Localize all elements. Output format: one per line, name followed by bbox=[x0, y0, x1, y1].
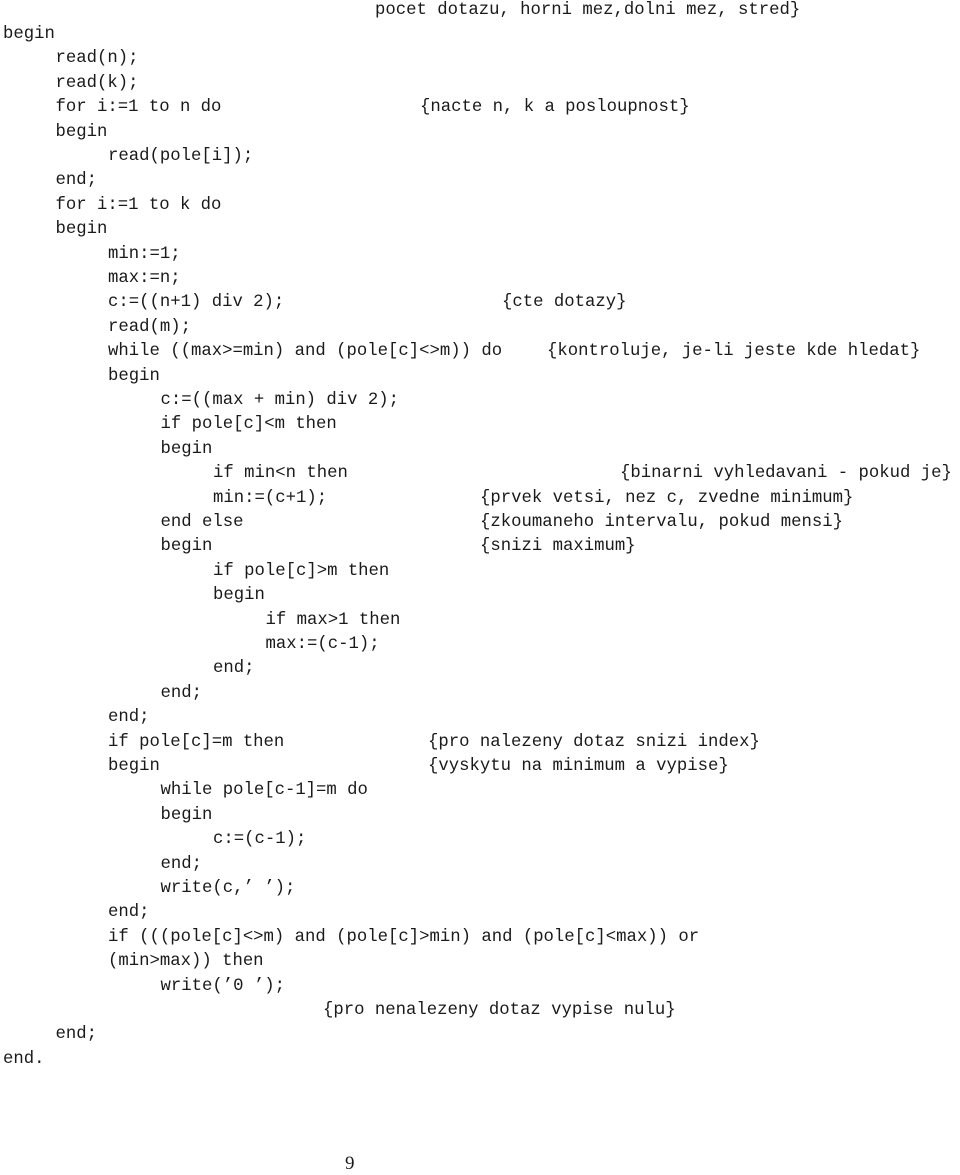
code-line: begin bbox=[55, 220, 108, 240]
code-line: begin bbox=[160, 805, 213, 825]
code-line: if pole[c]=m then bbox=[108, 732, 285, 752]
code-comment: {zkoumaneho intervalu, pokud mensi} bbox=[480, 513, 843, 532]
code-line: min:=1; bbox=[108, 244, 181, 264]
code-line: begin bbox=[160, 439, 213, 459]
code-line: end else bbox=[160, 513, 244, 532]
code-line: end; bbox=[55, 171, 97, 191]
code-line: end; bbox=[160, 854, 202, 874]
code-line: while ((max>=min) and (pole[c]<>m)) do bbox=[108, 342, 503, 362]
code-comment: {vyskytu na minimum a vypise} bbox=[428, 757, 729, 776]
code-line: c:=((n+1) div 2); bbox=[108, 293, 285, 313]
code-line: max:=(c-1); bbox=[265, 635, 380, 654]
code-line: (min>max)) then bbox=[108, 952, 264, 972]
code-comment: {cte dotazy} bbox=[502, 293, 627, 313]
code-line: end; bbox=[160, 683, 202, 703]
code-line: end; bbox=[55, 1025, 97, 1045]
code-line: read(pole[i]); bbox=[108, 147, 254, 166]
code-comment: {pro nenalezeny dotaz vypise nulu} bbox=[323, 1001, 676, 1020]
page-number: 9 bbox=[345, 1153, 355, 1174]
code-line: write(c,’ ’); bbox=[160, 879, 296, 898]
header-comment: pocet dotazu, horni mez,dolni mez, stred… bbox=[375, 1, 801, 20]
code-line: end; bbox=[213, 659, 255, 679]
code-line: write(’0 ’); bbox=[160, 976, 285, 996]
code-line: end; bbox=[108, 903, 150, 923]
code-comment: {nacte n, k a posloupnost} bbox=[420, 98, 690, 118]
code-line: if min<n then bbox=[213, 464, 348, 484]
code-line: end; bbox=[108, 708, 150, 728]
code-line: read(n); bbox=[55, 49, 139, 69]
code-line: while pole[c-1]=m do bbox=[160, 781, 368, 801]
code-line: if (((pole[c]<>m) and (pole[c]>min) and … bbox=[108, 927, 700, 947]
code-comment: {pro nalezeny dotaz snizi index} bbox=[428, 732, 760, 752]
code-line: if pole[c]<m then bbox=[160, 415, 337, 435]
code-line: if max>1 then bbox=[265, 610, 401, 630]
code-line: read(k); bbox=[55, 73, 139, 93]
code-comment: {binarni vyhledavani - pokud je} bbox=[620, 464, 952, 484]
code-line: if pole[c]>m then bbox=[213, 561, 390, 581]
code-line: begin bbox=[55, 122, 108, 142]
code-line: begin bbox=[213, 586, 265, 606]
document-page: pocet dotazu, horni mez,dolni mez, stred… bbox=[0, 0, 960, 1175]
code-comment: {kontroluje, je-li jeste kde hledat} bbox=[547, 342, 921, 362]
code-line: begin bbox=[160, 537, 213, 557]
code-line: read(m); bbox=[108, 317, 191, 337]
code-line: begin bbox=[108, 757, 160, 776]
code-line: for i:=1 to k do bbox=[55, 195, 222, 215]
code-line: begin bbox=[108, 366, 160, 386]
code-comment: {prvek vetsi, nez c, zvedne minimum} bbox=[480, 488, 854, 508]
code-line: end. bbox=[3, 1049, 45, 1069]
code-line: for i:=1 to n do bbox=[55, 98, 222, 118]
code-line: begin bbox=[3, 25, 55, 44]
code-line: c:=(c-1); bbox=[213, 830, 307, 850]
code-line: min:=(c+1); bbox=[213, 488, 328, 508]
code-comment: {snizi maximum} bbox=[480, 537, 636, 557]
code-line: c:=((max + min) div 2); bbox=[160, 391, 400, 410]
code-line: max:=n; bbox=[108, 269, 181, 288]
